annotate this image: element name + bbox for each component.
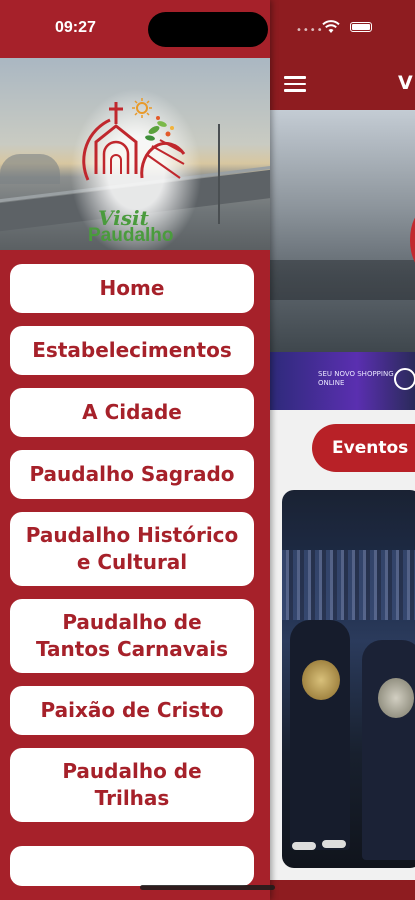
ad-banner[interactable]: SEU NOVO SHOPPING ONLINE [270,352,415,410]
menu-item-label: Paixão de Cristo [40,698,224,722]
event-photo[interactable] [282,490,415,868]
menu-item-label-line1: Paudalho de [62,610,202,634]
menu-item-label-line2: Trilhas [94,786,170,810]
church-logo-icon [82,98,186,181]
menu-item-a-cidade[interactable]: A Cidade [10,388,254,437]
side-drawer: 09:27 Visit Paudalho Home Estabeleciment… [0,0,270,900]
visit-paudalho-logo: Visit Paudalho [70,88,202,250]
signal-icon: •••• [296,25,324,36]
bg-header-title: V [398,72,413,94]
menu-item-carnavais[interactable]: Paudalho de Tantos Carnavais [10,599,254,673]
status-time: 09:27 [55,19,96,36]
menu-item-label: Estabelecimentos [32,338,232,362]
menu-item-paudalho-sagrado[interactable]: Paudalho Sagrado [10,450,254,499]
menu-item-label-line1: Paudalho de [62,759,202,783]
drawer-header-banner: Visit Paudalho [0,58,270,250]
menu-item-paixao-de-cristo[interactable]: Paixão de Cristo [10,686,254,735]
home-indicator[interactable] [140,885,275,890]
menu-item-partial[interactable] [10,846,254,886]
battery-icon [350,22,372,32]
menu-item-estabelecimentos[interactable]: Estabelecimentos [10,326,254,375]
menu-item-label-line2: Tantos Carnavais [35,637,229,661]
ad-logo-icon [394,368,415,390]
drawer-menu: Home Estabelecimentos A Cidade Paudalho … [10,264,254,835]
menu-item-label: Home [99,276,165,300]
menu-item-label: A Cidade [82,400,182,424]
menu-item-label-line2: e Cultural [76,550,188,574]
menu-item-label-line1: Paudalho Histórico [25,523,239,547]
bg-banner-image [270,110,415,352]
dynamic-island [148,12,268,47]
menu-item-label: Paudalho Sagrado [29,462,235,486]
menu-item-trilhas[interactable]: Paudalho de Trilhas [10,748,254,822]
events-tab[interactable]: Eventos [312,424,415,472]
wifi-icon [322,20,340,33]
status-bar: 09:27 [0,0,270,58]
menu-item-historico-cultural[interactable]: Paudalho Histórico e Cultural [10,512,254,586]
menu-hamburger-icon[interactable] [284,76,306,92]
menu-item-home[interactable]: Home [10,264,254,313]
logo-place-text: Paudalho [88,225,174,246]
